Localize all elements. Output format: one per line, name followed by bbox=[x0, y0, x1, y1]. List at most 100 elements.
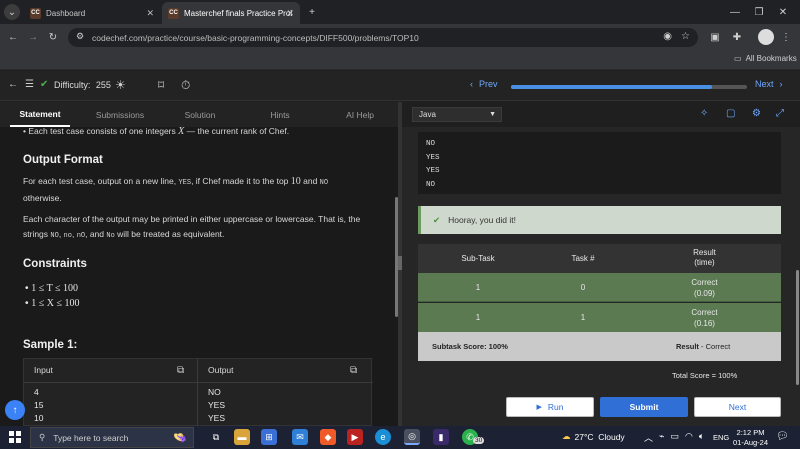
browser-tab-dashboard[interactable]: CC Dashboard ✕ bbox=[24, 2, 160, 24]
minimize-icon[interactable]: — bbox=[728, 4, 742, 20]
sample-table: Input ⧉ Output ⧉ 4 15 10 NO YES YES bbox=[23, 358, 373, 426]
chevron-left-icon: ‹ bbox=[470, 79, 473, 89]
intellij-icon[interactable]: ▮ bbox=[433, 429, 449, 445]
bookmark-icon[interactable]: ⌑ bbox=[158, 78, 164, 92]
volume-icon[interactable]: 🔈︎ bbox=[699, 431, 704, 444]
sample-output-row: YES bbox=[208, 413, 226, 423]
text: Each character of the output may be prin… bbox=[23, 214, 361, 224]
sample-input-row: 10 bbox=[34, 413, 44, 423]
divider bbox=[197, 359, 198, 426]
fullscreen-icon[interactable]: ⤢ bbox=[776, 108, 784, 119]
reload-icon[interactable]: ↻ bbox=[46, 29, 60, 45]
run-button[interactable]: ▶ Run bbox=[506, 397, 594, 417]
editor-toolbar: Java ▼ ✧ ▢ ⚙ ⤢ bbox=[402, 102, 800, 127]
result-time: (0.16) bbox=[694, 319, 715, 328]
sample-heading: Sample 1: bbox=[23, 339, 78, 351]
clock[interactable]: 2:12 PM 01-Aug-24 bbox=[733, 428, 768, 448]
text: will be treated as equivalent. bbox=[114, 229, 225, 239]
problem-list-icon[interactable]: ☰ bbox=[25, 79, 34, 90]
result-status: Correct bbox=[691, 308, 718, 317]
header-task: Task # bbox=[571, 254, 595, 263]
tab-submissions[interactable]: Submissions bbox=[85, 102, 155, 127]
output-format-heading: Output Format bbox=[23, 154, 103, 166]
task-view-icon[interactable]: ⧉ bbox=[208, 429, 224, 445]
browser-tab-problem[interactable]: CC Masterchef finals Practice Probl ✕ bbox=[162, 2, 300, 24]
results-row: 1 0 Correct (0.09) bbox=[418, 273, 781, 302]
network-icon[interactable]: ⌁ bbox=[659, 431, 664, 444]
next-problem-button[interactable]: Next › bbox=[755, 79, 783, 89]
battery-icon[interactable]: ▭ bbox=[670, 431, 679, 444]
forward-icon[interactable]: → bbox=[26, 29, 40, 45]
back-icon[interactable]: ← bbox=[6, 29, 20, 45]
microsoft-store-icon[interactable]: ⊞ bbox=[261, 429, 277, 445]
edge-browser-icon[interactable]: e bbox=[375, 429, 391, 445]
system-tray: ︿ ⌁ ▭ ◠ 🔈︎ bbox=[644, 431, 704, 444]
problem-tabs: Statement Submissions Solution Hints AI … bbox=[0, 102, 400, 127]
eye-off-icon[interactable]: ◉ bbox=[663, 31, 672, 42]
all-bookmarks-button[interactable]: ▭ All Bookmarks bbox=[734, 54, 797, 63]
language-select[interactable]: Java ▼ bbox=[412, 107, 502, 122]
close-tab-icon[interactable]: ✕ bbox=[286, 8, 294, 19]
copy-input-icon[interactable]: ⧉ bbox=[177, 365, 184, 376]
mail-icon[interactable]: ✉ bbox=[292, 429, 308, 445]
tab-ai-help[interactable]: AI Help bbox=[330, 102, 390, 127]
notifications-icon[interactable]: 💬︎ bbox=[776, 431, 789, 442]
extensions-puzzle-icon[interactable]: ✚ bbox=[730, 29, 744, 45]
scroll-to-top-button[interactable]: ↑ bbox=[5, 400, 25, 420]
sample-output-rows: NO YES YES bbox=[208, 386, 225, 425]
input-format-bullet: • Each test case consists of one integer… bbox=[23, 127, 290, 137]
new-tab-icon[interactable]: + bbox=[304, 4, 320, 20]
weather-text: 27°C Cloudy bbox=[574, 431, 625, 442]
site-info-icon[interactable]: ⚙ bbox=[76, 31, 84, 42]
weather-widget[interactable]: ☁ 27°C Cloudy bbox=[562, 431, 625, 442]
output-line: NO bbox=[426, 180, 436, 189]
settings-gear-icon[interactable]: ⚙ bbox=[752, 108, 761, 119]
editor-scrollbar[interactable] bbox=[796, 270, 799, 385]
profile-avatar[interactable] bbox=[758, 29, 774, 45]
constraint-item: • 1 ≤ T ≤ 100 bbox=[25, 283, 79, 294]
constraints-heading: Constraints bbox=[23, 258, 87, 270]
taskbar-search[interactable]: ⚲ Type here to search 👒 bbox=[30, 427, 194, 448]
chat-icon[interactable]: ▢ bbox=[726, 108, 735, 119]
chrome-icon[interactable]: ◎ bbox=[404, 429, 420, 445]
result-summary: Result - Correct bbox=[676, 342, 730, 351]
close-tab-icon[interactable]: ✕ bbox=[146, 8, 154, 19]
whatsapp-badge: 30 bbox=[473, 437, 485, 444]
tab-statement[interactable]: Statement bbox=[10, 102, 70, 127]
video-app-icon[interactable]: ▶ bbox=[347, 429, 363, 445]
next-button[interactable]: Next bbox=[694, 397, 781, 417]
header-subtask: Sub-Task bbox=[461, 254, 495, 263]
back-arrow-icon[interactable]: ← bbox=[8, 79, 18, 90]
tab-hints[interactable]: Hints bbox=[250, 102, 310, 127]
tab-title: Masterchef finals Practice Probl bbox=[184, 8, 292, 18]
language-indicator[interactable]: ENG bbox=[713, 433, 729, 442]
timer-icon[interactable]: ⏱ bbox=[181, 78, 190, 93]
search-icon: ⚲ bbox=[39, 432, 46, 442]
task-cell: 1 bbox=[580, 313, 586, 322]
submit-button[interactable]: Submit bbox=[600, 397, 688, 417]
close-window-icon[interactable]: ✕ bbox=[776, 4, 790, 20]
address-bar[interactable]: ⚙ codechef.com/practice/course/basic-pro… bbox=[68, 28, 698, 47]
wifi-icon[interactable]: ◠ bbox=[685, 431, 693, 444]
restore-icon[interactable]: ❐ bbox=[752, 4, 766, 20]
windows-start-icon[interactable] bbox=[9, 431, 21, 443]
search-placeholder: Type here to search bbox=[53, 432, 129, 443]
tab-solution[interactable]: Solution bbox=[170, 102, 230, 127]
brave-browser-icon[interactable]: ◆ bbox=[320, 429, 336, 445]
tab-search-icon[interactable]: ⌄ bbox=[4, 4, 20, 20]
bookmark-star-icon[interactable]: ☆ bbox=[681, 31, 690, 42]
magic-wand-icon[interactable]: ✧ bbox=[700, 108, 708, 119]
prev-button[interactable]: ‹ Prev bbox=[470, 79, 498, 89]
dropdown-caret-icon: ▼ bbox=[489, 111, 496, 118]
output-format-paragraph-2: Each character of the output may be prin… bbox=[23, 214, 361, 240]
extension-icon[interactable]: ▣ bbox=[708, 29, 722, 45]
sample-input-row: 4 bbox=[34, 387, 39, 397]
subtask-cell: 1 bbox=[475, 283, 481, 292]
difficulty: Difficulty: 255 bbox=[54, 80, 111, 90]
file-explorer-icon[interactable]: ▬ bbox=[234, 429, 250, 445]
browser-menu-icon[interactable]: ⋮ bbox=[780, 29, 792, 45]
sample-input-rows: 4 15 10 bbox=[34, 386, 43, 425]
show-hidden-icons-chevron-icon[interactable]: ︿ bbox=[644, 431, 653, 444]
theme-sun-icon[interactable]: ☀ bbox=[115, 78, 126, 92]
copy-output-icon[interactable]: ⧉ bbox=[350, 365, 357, 376]
